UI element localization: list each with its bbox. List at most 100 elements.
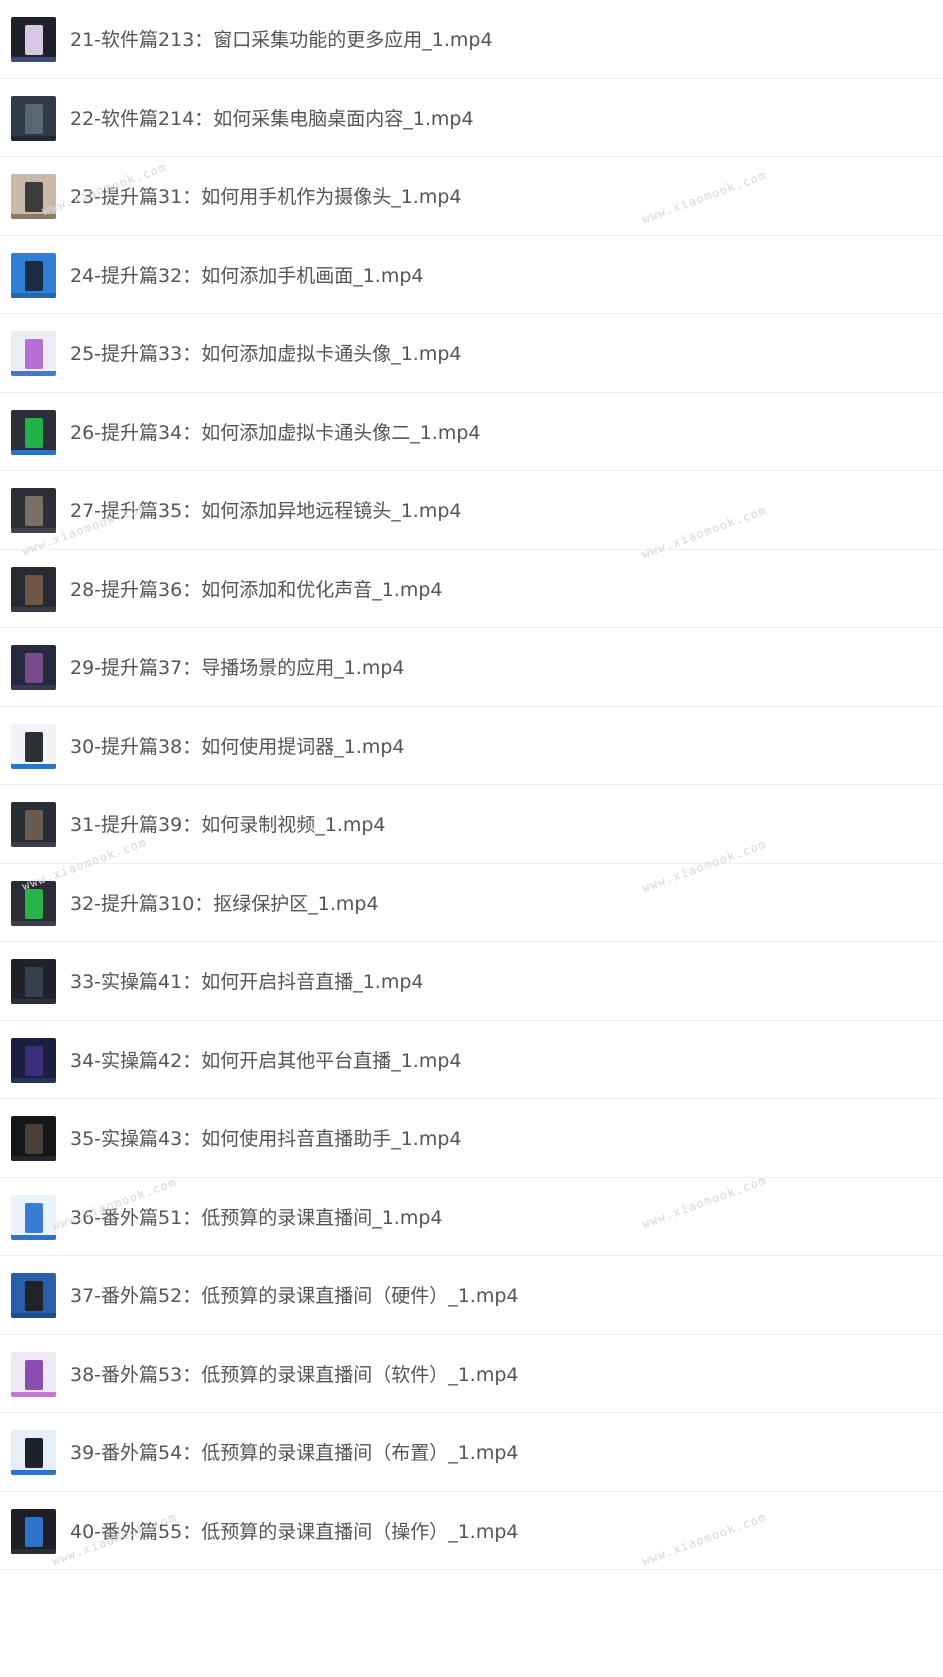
file-name[interactable]: 21-软件篇213：窗口采集功能的更多应用_1.mp4 xyxy=(70,28,493,52)
file-row[interactable]: 33-实操篇41：如何开启抖音直播_1.mp4 xyxy=(0,942,943,1021)
file-name[interactable]: 27-提升篇35：如何添加异地远程镜头_1.mp4 xyxy=(70,499,462,523)
thumbnail-bar xyxy=(11,135,56,141)
thumbnail-bar xyxy=(11,920,56,926)
thumbnail-bar xyxy=(11,842,56,847)
file-row[interactable]: 34-实操篇42：如何开启其他平台直播_1.mp4 xyxy=(0,1021,943,1099)
file-name[interactable]: 36-番外篇51：低预算的录课直播间_1.mp4 xyxy=(70,1206,443,1230)
file-name[interactable]: 30-提升篇38：如何使用提词器_1.mp4 xyxy=(70,735,405,759)
file-row[interactable]: 35-实操篇43：如何使用抖音直播助手_1.mp4 xyxy=(0,1099,943,1178)
thumbnail-subject xyxy=(25,653,43,683)
file-row[interactable]: 39-番外篇54：低预算的录课直播间（布置）_1.mp4 xyxy=(0,1413,943,1492)
thumbnail-bar xyxy=(11,1077,56,1083)
file-row[interactable]: 26-提升篇34：如何添加虚拟卡通头像二_1.mp4 xyxy=(0,393,943,471)
video-thumbnail xyxy=(11,1194,56,1240)
thumbnail-bar xyxy=(11,1548,56,1554)
file-name[interactable]: 38-番外篇53：低预算的录课直播间（软件）_1.mp4 xyxy=(70,1363,519,1387)
video-thumbnail xyxy=(11,645,56,690)
video-thumbnail xyxy=(11,174,56,219)
video-thumbnail xyxy=(11,1351,56,1397)
thumbnail-subject xyxy=(25,103,43,134)
file-name[interactable]: 26-提升篇34：如何添加虚拟卡通头像二_1.mp4 xyxy=(70,421,481,445)
file-row[interactable]: 28-提升篇36：如何添加和优化声音_1.mp4 xyxy=(0,550,943,628)
file-name[interactable]: 22-软件篇214：如何采集电脑桌面内容_1.mp4 xyxy=(70,107,474,131)
video-thumbnail xyxy=(11,1430,56,1475)
thumbnail-bar xyxy=(11,214,56,219)
file-name[interactable]: 31-提升篇39：如何录制视频_1.mp4 xyxy=(70,813,386,837)
file-row[interactable]: 23-提升篇31：如何用手机作为摄像头_1.mp4 xyxy=(0,157,943,236)
file-name[interactable]: 34-实操篇42：如何开启其他平台直播_1.mp4 xyxy=(70,1049,462,1073)
video-thumbnail xyxy=(11,959,56,1004)
file-list: 21-软件篇213：窗口采集功能的更多应用_1.mp4 22-软件篇214：如何采… xyxy=(0,0,943,1570)
thumbnail-subject xyxy=(25,182,43,212)
file-row[interactable]: 25-提升篇33：如何添加虚拟卡通头像_1.mp4 xyxy=(0,314,943,393)
thumbnail-subject xyxy=(25,339,43,369)
thumbnail-subject xyxy=(25,731,43,762)
thumbnail-subject xyxy=(25,1202,43,1233)
thumbnail-bar xyxy=(11,1234,56,1240)
video-thumbnail xyxy=(11,802,56,847)
file-row[interactable]: 32-提升篇310：抠绿保护区_1.mp4 xyxy=(0,864,943,942)
thumbnail-subject xyxy=(25,888,43,919)
thumbnail-subject xyxy=(25,1281,43,1311)
file-row[interactable]: 36-番外篇51：低预算的录课直播间_1.mp4 xyxy=(0,1178,943,1256)
file-row[interactable]: 21-软件篇213：窗口采集功能的更多应用_1.mp4 xyxy=(0,0,943,79)
file-name[interactable]: 23-提升篇31：如何用手机作为摄像头_1.mp4 xyxy=(70,185,462,209)
file-name[interactable]: 32-提升篇310：抠绿保护区_1.mp4 xyxy=(70,892,379,916)
thumbnail-bar xyxy=(11,371,56,376)
video-thumbnail xyxy=(11,331,56,376)
file-row[interactable]: 30-提升篇38：如何使用提词器_1.mp4 xyxy=(0,707,943,785)
file-name[interactable]: 24-提升篇32：如何添加手机画面_1.mp4 xyxy=(70,264,424,288)
video-thumbnail xyxy=(11,1116,56,1161)
thumbnail-subject xyxy=(25,1045,43,1076)
thumbnail-subject xyxy=(25,574,43,605)
video-thumbnail xyxy=(11,17,56,62)
video-thumbnail xyxy=(11,566,56,612)
thumbnail-bar xyxy=(11,999,56,1004)
file-row[interactable]: 37-番外篇52：低预算的录课直播间（硬件）_1.mp4 xyxy=(0,1256,943,1335)
file-name[interactable]: 29-提升篇37：导播场景的应用_1.mp4 xyxy=(70,656,405,680)
file-row[interactable]: 22-软件篇214：如何采集电脑桌面内容_1.mp4 xyxy=(0,79,943,157)
thumbnail-subject xyxy=(25,1516,43,1547)
file-name[interactable]: 25-提升篇33：如何添加虚拟卡通头像_1.mp4 xyxy=(70,342,462,366)
thumbnail-bar xyxy=(11,685,56,690)
file-row[interactable]: 31-提升篇39：如何录制视频_1.mp4 xyxy=(0,785,943,864)
video-thumbnail xyxy=(11,1508,56,1554)
thumbnail-bar xyxy=(11,1391,56,1397)
thumbnail-bar xyxy=(11,449,56,455)
file-name[interactable]: 40-番外篇55：低预算的录课直播间（操作）_1.mp4 xyxy=(70,1520,519,1544)
thumbnail-bar xyxy=(11,1156,56,1161)
file-row[interactable]: 29-提升篇37：导播场景的应用_1.mp4 xyxy=(0,628,943,707)
video-thumbnail xyxy=(11,1273,56,1318)
file-name[interactable]: 35-实操篇43：如何使用抖音直播助手_1.mp4 xyxy=(70,1127,462,1151)
thumbnail-subject xyxy=(25,810,43,840)
thumbnail-bar xyxy=(11,292,56,298)
video-thumbnail xyxy=(11,723,56,769)
file-row[interactable]: 40-番外篇55：低预算的录课直播间（操作）_1.mp4 xyxy=(0,1492,943,1570)
video-thumbnail xyxy=(11,488,56,533)
video-thumbnail xyxy=(11,880,56,926)
thumbnail-bar xyxy=(11,57,56,62)
file-row[interactable]: 24-提升篇32：如何添加手机画面_1.mp4 xyxy=(0,236,943,314)
file-name[interactable]: 37-番外篇52：低预算的录课直播间（硬件）_1.mp4 xyxy=(70,1284,519,1308)
file-name[interactable]: 28-提升篇36：如何添加和优化声音_1.mp4 xyxy=(70,578,443,602)
thumbnail-subject xyxy=(25,1438,43,1468)
video-thumbnail xyxy=(11,1037,56,1083)
file-name[interactable]: 33-实操篇41：如何开启抖音直播_1.mp4 xyxy=(70,970,424,994)
video-thumbnail xyxy=(11,409,56,455)
thumbnail-bar xyxy=(11,1470,56,1475)
file-row[interactable]: 27-提升篇35：如何添加异地远程镜头_1.mp4 xyxy=(0,471,943,550)
thumbnail-bar xyxy=(11,1313,56,1318)
thumbnail-bar xyxy=(11,763,56,769)
thumbnail-subject xyxy=(25,25,43,55)
thumbnail-subject xyxy=(25,496,43,526)
file-row[interactable]: 38-番外篇53：低预算的录课直播间（软件）_1.mp4 xyxy=(0,1335,943,1413)
video-thumbnail xyxy=(11,95,56,141)
thumbnail-bar xyxy=(11,528,56,533)
thumbnail-bar xyxy=(11,606,56,612)
thumbnail-subject xyxy=(25,1359,43,1390)
file-name[interactable]: 39-番外篇54：低预算的录课直播间（布置）_1.mp4 xyxy=(70,1441,519,1465)
thumbnail-subject xyxy=(25,417,43,448)
thumbnail-subject xyxy=(25,260,43,291)
thumbnail-subject xyxy=(25,1124,43,1154)
thumbnail-subject xyxy=(25,967,43,997)
